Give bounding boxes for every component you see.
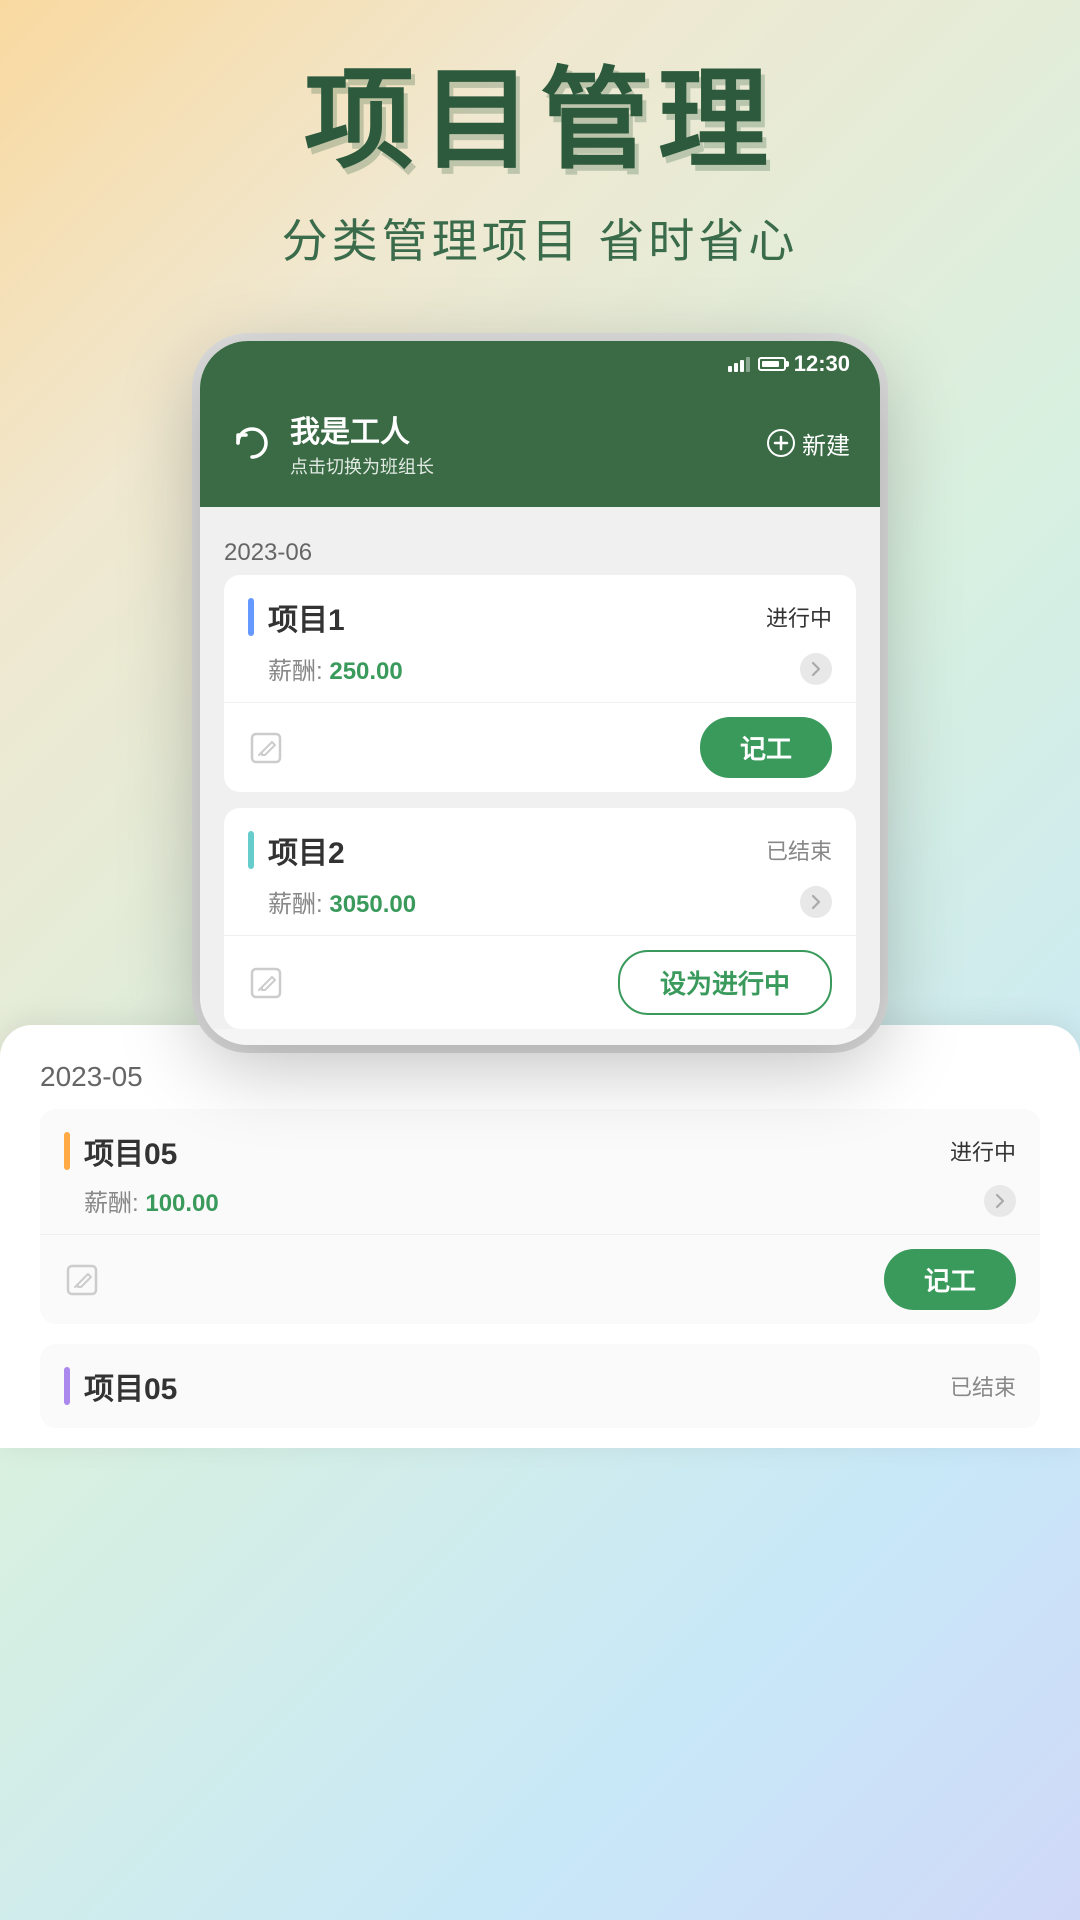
new-button-label: 新建 — [802, 426, 850, 461]
bottom-color-indicator-2 — [64, 1367, 70, 1405]
app-header: 我是工人 点击切换为班组长 新建 — [200, 387, 880, 507]
bottom-edit-icon-1[interactable] — [64, 1262, 100, 1298]
header-switch-hint: 点击切换为班组长 — [290, 453, 434, 479]
bottom-status-badge-1: 进行中 — [950, 1135, 1016, 1167]
project-name-2: 项目2 — [268, 828, 345, 872]
status-badge-2: 已结束 — [766, 834, 832, 866]
card-top-1: 项目1 进行中 — [224, 575, 856, 651]
bottom-project-card-1: 项目05 进行中 薪酬: 100.00 记工 — [40, 1109, 1040, 1324]
bottom-project-card-2-preview: 项目05 已结束 — [40, 1344, 1040, 1428]
bottom-card-top-1: 项目05 进行中 — [40, 1109, 1040, 1183]
color-indicator-2 — [248, 831, 254, 869]
bottom-project-name-1: 项目05 — [84, 1129, 177, 1173]
top-section: 项目管理 分类管理项目 省时省心 — [0, 0, 1080, 311]
project-card-1: 项目1 进行中 薪酬: 250.00 — [224, 575, 856, 792]
salary-info-1: 薪酬: 250.00 — [268, 651, 403, 686]
phone-frame: 12:30 我是工人 点击切换为班组长 — [200, 341, 880, 1045]
phone-wrapper: 12:30 我是工人 点击切换为班组长 — [0, 311, 1080, 1045]
page-subtitle: 分类管理项目 省时省心 — [40, 205, 1040, 271]
status-icons: 12:30 — [728, 351, 850, 377]
bottom-project-detail-arrow-1[interactable] — [984, 1185, 1016, 1217]
bottom-card-name-area-2: 项目05 — [64, 1364, 177, 1408]
salary-label-2: 薪酬: — [268, 891, 329, 918]
card-top-2: 项目2 已结束 — [224, 808, 856, 884]
salary-amount-2: 3050.00 — [329, 891, 416, 918]
status-time: 12:30 — [794, 351, 850, 377]
card-salary-1: 薪酬: 250.00 — [224, 651, 856, 702]
card-name-area-1: 项目1 — [248, 595, 345, 639]
card-actions-2: 设为进行中 — [224, 935, 856, 1029]
bottom-project-name-2: 项目05 — [84, 1364, 177, 1408]
bottom-salary-label-1: 薪酬: — [84, 1190, 145, 1217]
color-indicator-1 — [248, 598, 254, 636]
battery-icon — [758, 357, 786, 371]
bottom-section: 2023-05 项目05 进行中 薪酬: 100.00 记工 — [0, 1025, 1080, 1448]
signal-icon — [728, 357, 750, 372]
refresh-icon[interactable] — [230, 421, 274, 465]
salary-info-2: 薪酬: 3050.00 — [268, 884, 416, 919]
header-user-info: 我是工人 点击切换为班组长 — [290, 407, 434, 479]
project-card-2: 项目2 已结束 薪酬: 3050.00 — [224, 808, 856, 1029]
bottom-status-badge-2: 已结束 — [950, 1370, 1016, 1402]
card-name-area-2: 项目2 — [248, 828, 345, 872]
card-actions-1: 记工 — [224, 702, 856, 792]
project-detail-arrow-2[interactable] — [800, 886, 832, 918]
month-group-june: 2023-06 项目1 进行中 薪酬: 250.00 — [200, 507, 880, 1029]
record-work-button-1[interactable]: 记工 — [700, 717, 832, 778]
bottom-salary-amount-1: 100.00 — [145, 1190, 218, 1217]
bottom-record-button-1[interactable]: 记工 — [884, 1249, 1016, 1310]
header-username: 我是工人 — [290, 407, 434, 451]
month-label-june: 2023-06 — [224, 527, 856, 575]
header-left: 我是工人 点击切换为班组长 — [230, 407, 434, 479]
bottom-card-actions-1: 记工 — [40, 1234, 1040, 1324]
edit-icon-1[interactable] — [248, 730, 284, 766]
salary-amount-1: 250.00 — [329, 658, 402, 685]
project-detail-arrow-1[interactable] — [800, 653, 832, 685]
status-bar: 12:30 — [200, 341, 880, 387]
new-project-button[interactable]: 新建 — [766, 426, 850, 461]
bottom-salary-info-1: 薪酬: 100.00 — [84, 1183, 219, 1218]
edit-icon-2[interactable] — [248, 965, 284, 1001]
status-badge-1: 进行中 — [766, 601, 832, 633]
page-title: 项目管理 — [40, 60, 1040, 181]
project-name-1: 项目1 — [268, 595, 345, 639]
set-active-button-2[interactable]: 设为进行中 — [618, 950, 832, 1015]
bottom-card-name-area-1: 项目05 — [64, 1129, 177, 1173]
bottom-month-label: 2023-05 — [40, 1053, 1040, 1109]
content-area: 2023-06 项目1 进行中 薪酬: 250.00 — [200, 507, 880, 1029]
bottom-color-indicator-1 — [64, 1132, 70, 1170]
bottom-card-salary-1: 薪酬: 100.00 — [40, 1183, 1040, 1234]
salary-label-1: 薪酬: — [268, 658, 329, 685]
plus-circle-icon — [766, 428, 796, 458]
card-salary-2: 薪酬: 3050.00 — [224, 884, 856, 935]
